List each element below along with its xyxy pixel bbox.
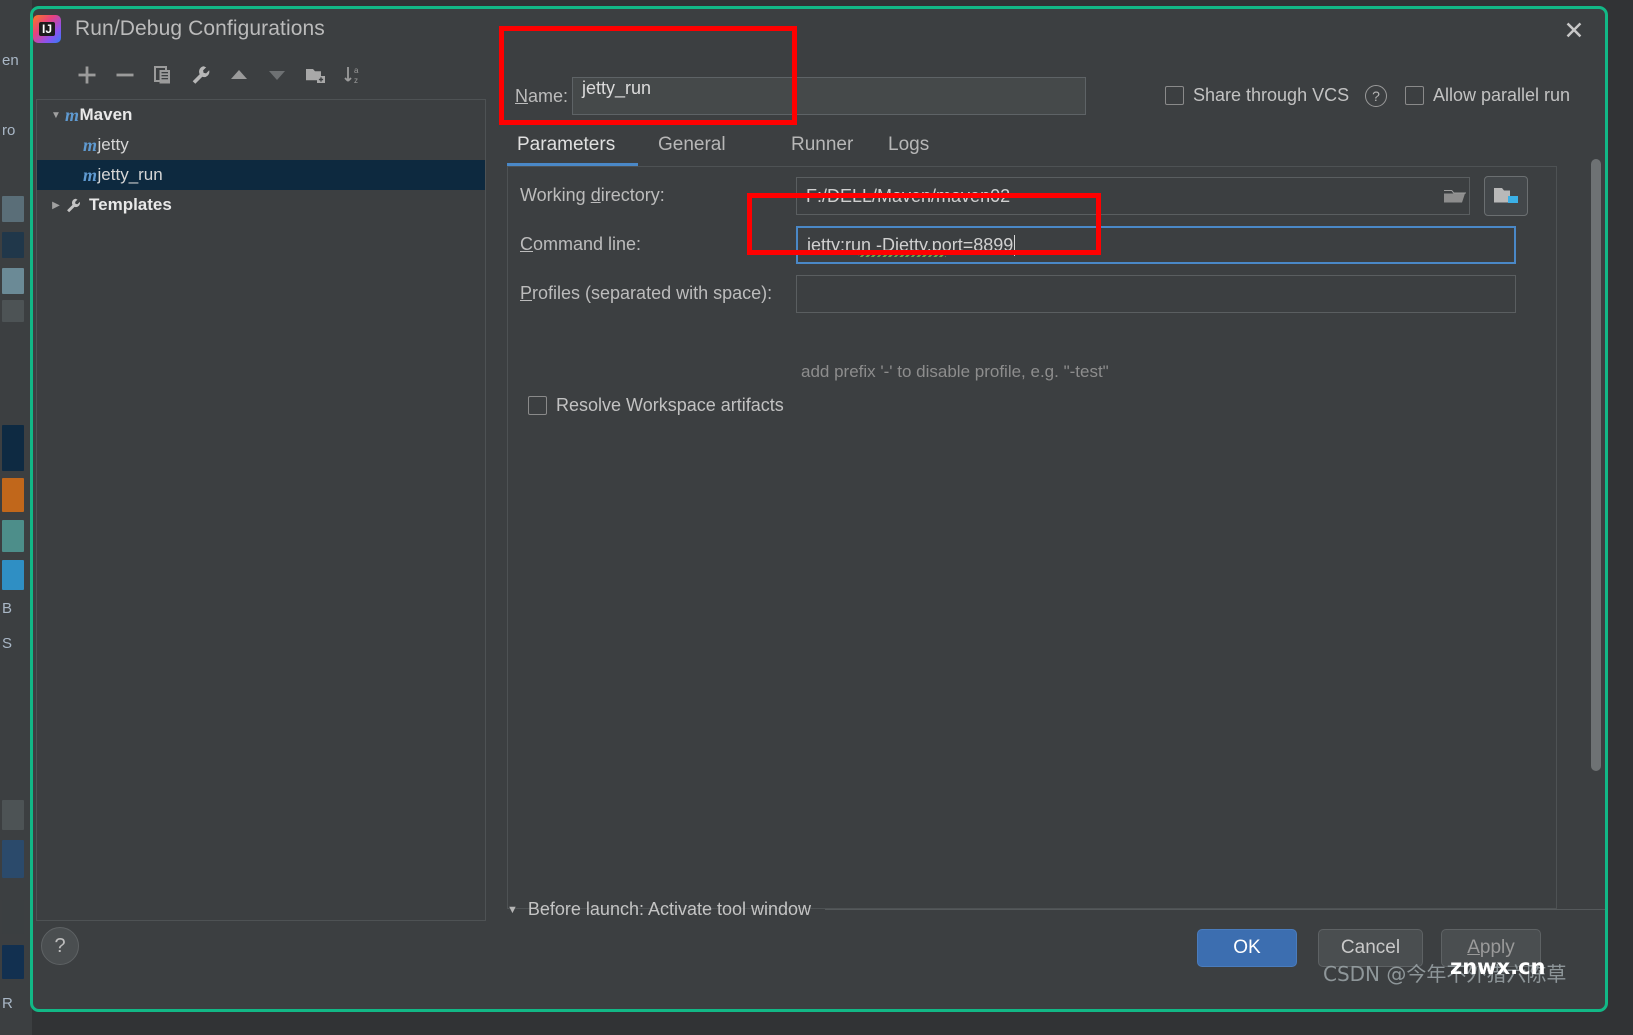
background-chip	[2, 478, 24, 512]
before-launch-label: Before launch: Activate tool window	[527, 899, 812, 919]
resolve-workspace-artifacts-label: Resolve Workspace artifacts	[556, 395, 784, 415]
apply-button[interactable]: Apply	[1441, 929, 1541, 967]
background-chip	[2, 232, 24, 258]
configurations-left-panel: a z ▼ m Maven m jetty m jetty_run ▶ Temp…	[35, 53, 487, 925]
svg-text:a: a	[354, 66, 359, 75]
background-sidebar	[0, 0, 32, 1035]
background-chip	[2, 800, 24, 830]
background-text: B	[2, 600, 13, 617]
tree-node-label: Maven	[79, 105, 133, 124]
before-launch-section[interactable]: ▼ Before launch: Activate tool window	[507, 899, 1605, 920]
tree-node-jetty-run[interactable]: m jetty_run	[37, 160, 485, 190]
wrench-icon	[65, 197, 82, 214]
profiles-input[interactable]	[796, 275, 1516, 313]
checkbox-box[interactable]	[1165, 86, 1184, 105]
minus-icon	[116, 73, 134, 77]
background-chip	[2, 300, 24, 322]
maven-m-icon: m	[83, 134, 97, 155]
parameters-tab-content: Working directory: F:/DELL/Maven/maven02…	[507, 166, 1557, 909]
wrench-icon	[192, 66, 210, 84]
text-caret	[1014, 234, 1016, 256]
name-label: Name:	[515, 86, 569, 106]
module-folder-icon[interactable]	[1484, 176, 1528, 216]
tree-node-label: jetty_run	[97, 165, 163, 184]
arrow-up-icon	[231, 70, 247, 79]
vertical-scrollbar[interactable]	[1589, 125, 1603, 855]
remove-configuration-button[interactable]	[109, 59, 141, 91]
new-folder-icon	[306, 69, 325, 83]
configuration-editor-panel: Name: jetty_run Share through VCS ? Allo…	[501, 53, 1605, 925]
allow-parallel-run-label: Allow parallel run	[1433, 85, 1571, 105]
background-text: R	[2, 995, 13, 1012]
tab-logs[interactable]: Logs	[884, 125, 933, 165]
background-chip	[2, 268, 24, 294]
background-chip	[2, 900, 24, 934]
ok-button[interactable]: OK	[1197, 929, 1297, 967]
resolve-workspace-artifacts-checkbox[interactable]: Resolve Workspace artifacts	[528, 395, 784, 416]
allow-parallel-run-checkbox[interactable]: Allow parallel run	[1405, 85, 1570, 106]
copy-icon	[154, 66, 170, 84]
chevron-down-icon[interactable]: ▼	[47, 110, 65, 121]
tree-node-label: Templates	[89, 195, 172, 214]
maven-m-icon: m	[83, 164, 97, 185]
run-debug-configurations-dialog: IJ Run/Debug Configurations ✕ a z ▼ m Ma…	[30, 6, 1608, 1012]
new-folder-button[interactable]	[299, 59, 331, 91]
configurations-tree[interactable]: ▼ m Maven m jetty m jetty_run ▶ Template…	[36, 99, 486, 921]
sort-button[interactable]: a z	[337, 59, 369, 91]
dialog-title: Run/Debug Configurations	[75, 17, 325, 40]
intellij-logo-icon: IJ	[33, 15, 61, 43]
background-chip	[2, 425, 24, 471]
tree-node-jetty[interactable]: m jetty	[37, 130, 485, 160]
background-text: ro	[2, 122, 16, 139]
copy-configuration-button[interactable]	[147, 59, 179, 91]
scrollbar-thumb[interactable]	[1591, 159, 1601, 771]
name-input[interactable]: jetty_run	[572, 77, 1086, 115]
spellcheck-squiggle	[858, 253, 946, 257]
background-chip	[2, 840, 24, 878]
tree-node-templates[interactable]: ▶ Templates	[37, 190, 485, 220]
edit-templates-button[interactable]	[185, 59, 217, 91]
tab-general[interactable]: General	[654, 125, 730, 165]
svg-text:z: z	[354, 76, 358, 85]
logo-text: IJ	[38, 22, 55, 36]
profiles-label: Profiles (separated with space):	[520, 283, 773, 303]
add-configuration-button[interactable]	[71, 59, 103, 91]
move-up-button[interactable]	[223, 59, 255, 91]
chevron-down-icon[interactable]: ▼	[507, 904, 518, 916]
checkbox-box[interactable]	[1405, 86, 1424, 105]
checkbox-box[interactable]	[528, 396, 547, 415]
tree-toolbar: a z	[35, 53, 487, 97]
folder-icon[interactable]	[1441, 182, 1469, 210]
tree-node-label: jetty	[97, 135, 129, 154]
cancel-button[interactable]: Cancel	[1318, 929, 1423, 967]
profiles-hint: add prefix '-' to disable profile, e.g. …	[801, 362, 1109, 381]
divider	[825, 909, 1605, 910]
share-through-vcs-checkbox[interactable]: Share through VCS	[1165, 85, 1349, 106]
background-text: en	[2, 52, 19, 69]
working-directory-input[interactable]: F:/DELL/Maven/maven02	[796, 177, 1470, 215]
background-chip	[2, 520, 24, 552]
tab-parameters[interactable]: Parameters	[513, 125, 619, 165]
tab-runner[interactable]: Runner	[787, 125, 857, 165]
share-through-vcs-label: Share through VCS	[1193, 85, 1350, 105]
command-line-input[interactable]: jetty:run -Djetty.port=8899	[796, 226, 1516, 264]
close-icon[interactable]: ✕	[1557, 15, 1591, 47]
background-chip	[2, 945, 24, 979]
background-chip	[2, 560, 24, 590]
help-button[interactable]: ?	[41, 927, 79, 965]
move-down-button[interactable]	[261, 59, 293, 91]
tree-node-maven[interactable]: ▼ m Maven	[37, 100, 485, 130]
chevron-right-icon[interactable]: ▶	[47, 200, 65, 211]
plus-icon	[78, 66, 96, 84]
background-chip	[2, 196, 24, 222]
sort-alphabetical-icon: a z	[344, 66, 359, 85]
background-text: S	[2, 635, 13, 652]
dialog-titlebar: IJ Run/Debug Configurations ✕	[33, 9, 1605, 53]
question-mark-icon[interactable]: ?	[1365, 85, 1387, 107]
arrow-down-icon	[269, 71, 285, 80]
working-directory-label: Working directory:	[520, 185, 665, 205]
command-line-label: Command line:	[520, 234, 642, 254]
maven-m-icon: m	[65, 104, 79, 125]
editor-tabs: Parameters General Runner Logs	[507, 125, 1597, 167]
